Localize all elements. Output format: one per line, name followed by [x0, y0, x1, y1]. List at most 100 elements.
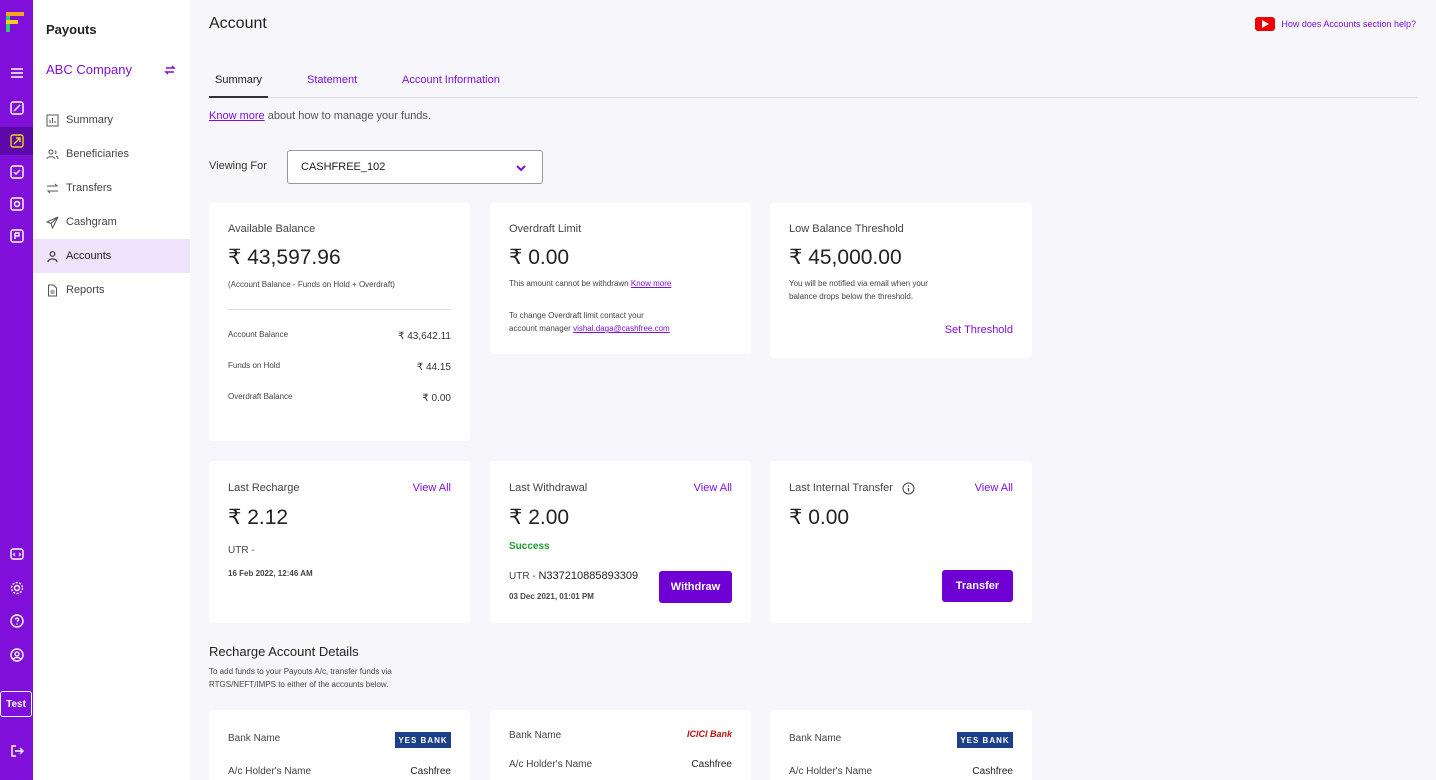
account-manager-email-link[interactable]: vishal.daga@cashfree.com	[573, 324, 670, 333]
sidebar-item-reports[interactable]: Reports	[33, 273, 190, 307]
app-title: Payouts	[46, 22, 97, 37]
divider	[228, 309, 451, 310]
threshold-note: You will be notified via email when your…	[789, 277, 928, 303]
sidebar-item-label: Reports	[66, 284, 105, 296]
recharge-view-all-link[interactable]: View All	[413, 482, 451, 494]
threshold-note-line: You will be notified via email when your	[789, 279, 928, 288]
chevron-down-icon	[516, 165, 526, 172]
available-balance-card: Available Balance ₹ 43,597.96 (Account B…	[209, 203, 470, 441]
tab-statement[interactable]: Statement	[307, 74, 357, 98]
cashfree-logo-icon[interactable]	[4, 10, 26, 34]
tab-account-information[interactable]: Account Information	[402, 74, 500, 98]
row-label: Overdraft Balance	[228, 392, 293, 401]
row-label: Account Balance	[228, 330, 289, 339]
payouts-product-icon[interactable]	[0, 127, 33, 155]
threshold-note-line: balance drops below the threshold.	[789, 292, 914, 301]
help-question-icon[interactable]	[0, 607, 33, 635]
last-withdrawal-card: Last Withdrawal View All ₹ 2.00 Success …	[490, 461, 751, 623]
tab-bar: Summary Statement Account Information	[209, 72, 1417, 98]
tab-summary[interactable]: Summary	[209, 74, 269, 98]
verification-product-icon[interactable]	[0, 158, 33, 186]
icici-bank-logo: ICICI Bank	[686, 729, 732, 739]
sidebar-item-label: Summary	[66, 114, 114, 126]
contact-line: account manager vishal.daga@cashfree.com	[509, 322, 670, 335]
last-internal-amount: ₹ 0.00	[789, 506, 850, 529]
menu-icon[interactable]	[0, 59, 33, 87]
section-title: Recharge Account Details	[209, 644, 359, 659]
know-more-link[interactable]: Know more	[209, 110, 265, 122]
users-icon	[46, 149, 59, 159]
other-product-icon[interactable]	[0, 222, 33, 250]
subscription-product-icon[interactable]	[0, 190, 33, 218]
last-internal-transfer-card: Last Internal Transfer View All ₹ 0.00 T…	[770, 461, 1032, 623]
sidebar: Payouts ABC Company Summary Beneficiarie…	[33, 0, 190, 780]
row-value: ₹ 44.15	[416, 362, 451, 373]
send-icon	[46, 216, 59, 229]
overdraft-know-more-link[interactable]: Know more	[631, 279, 671, 288]
withdrawal-date: 03 Dec 2021, 01:01 PM	[509, 592, 594, 601]
transfer-arrows-icon	[46, 183, 59, 193]
company-name[interactable]: ABC Company	[46, 62, 132, 77]
sidebar-item-summary[interactable]: Summary	[33, 103, 190, 137]
withdraw-button[interactable]: Withdraw	[659, 571, 732, 603]
low-balance-threshold-card: Low Balance Threshold ₹ 45,000.00 You wi…	[770, 203, 1032, 358]
transfer-button[interactable]: Transfer	[942, 570, 1013, 602]
youtube-play-icon	[1255, 17, 1276, 31]
sidebar-item-label: Accounts	[66, 250, 112, 262]
settings-gear-icon[interactable]	[0, 574, 33, 602]
sidebar-nav: Summary Beneficiaries Transfers Cashgram…	[33, 103, 190, 307]
card-label: Low Balance Threshold	[789, 223, 904, 235]
holder-value: Cashfree	[691, 759, 732, 770]
yes-bank-logo: YES BANK	[395, 732, 451, 748]
card-label: Last Internal Transfer	[789, 482, 893, 494]
sidebar-item-label: Transfers	[66, 182, 113, 194]
account-select-value: CASHFREE_102	[301, 161, 386, 173]
description-line: To add funds to your Payouts A/c, transf…	[209, 667, 392, 676]
row-value: ₹ 43,642.11	[398, 331, 451, 342]
developers-icon[interactable]	[0, 540, 33, 568]
intro-text: about how to manage your funds.	[267, 110, 431, 122]
intro-line: Know more about how to manage your funds…	[209, 110, 431, 122]
card-label: Last Withdrawal	[509, 482, 588, 494]
account-select[interactable]: CASHFREE_102	[287, 150, 543, 184]
pg-product-icon[interactable]	[0, 94, 33, 122]
overdraft-contact: To change Overdraft limit contact your a…	[509, 309, 670, 335]
sidebar-item-beneficiaries[interactable]: Beneficiaries	[33, 137, 190, 171]
environment-test-badge[interactable]: Test	[0, 691, 32, 717]
sidebar-item-transfers[interactable]: Transfers	[33, 171, 190, 205]
switch-account-icon[interactable]	[163, 63, 177, 77]
overdraft-note-text: This amount cannot be withdrawn	[509, 279, 629, 288]
main-content: Account How does Accounts section help? …	[190, 0, 1436, 780]
utr-label: UTR -	[509, 571, 536, 582]
set-threshold-link[interactable]: Set Threshold	[945, 324, 1013, 336]
last-recharge-amount: ₹ 2.12	[228, 506, 289, 529]
bank-name-label: Bank Name	[228, 733, 281, 744]
yes-bank-logo: YES BANK	[957, 732, 1013, 748]
help-video-link[interactable]: How does Accounts section help?	[1255, 17, 1416, 31]
logout-icon[interactable]	[0, 737, 33, 765]
sidebar-item-accounts[interactable]: Accounts	[33, 239, 190, 273]
threshold-amount: ₹ 45,000.00	[789, 246, 902, 269]
status-badge: Success	[509, 541, 550, 552]
internal-view-all-link[interactable]: View All	[975, 482, 1013, 494]
description-line: RTGS/NEFT/IMPS to either of the accounts…	[209, 680, 389, 689]
last-recharge-card: Last Recharge View All ₹ 2.12 UTR - 16 F…	[209, 461, 470, 623]
row-value: ₹ 0.00	[422, 393, 451, 404]
section-description: To add funds to your Payouts A/c, transf…	[209, 665, 449, 691]
withdrawal-view-all-link[interactable]: View All	[694, 482, 732, 494]
card-label: Available Balance	[228, 223, 316, 235]
holder-label: A/c Holder's Name	[509, 759, 593, 770]
holder-label: A/c Holder's Name	[228, 766, 312, 777]
available-balance-amount: ₹ 43,597.96	[228, 246, 341, 269]
withdrawal-utr: UTR - N337210885893309	[509, 570, 638, 582]
sidebar-item-cashgram[interactable]: Cashgram	[33, 205, 190, 239]
viewing-for-label: Viewing For	[209, 160, 267, 172]
info-icon[interactable]	[902, 482, 915, 495]
row-label: Funds on Hold	[228, 361, 281, 370]
bar-chart-icon	[46, 114, 59, 126]
profile-icon[interactable]	[0, 641, 33, 669]
help-link-text: How does Accounts section help?	[1281, 19, 1416, 29]
holder-label: A/c Holder's Name	[789, 766, 873, 777]
bank-account-card: Bank Name YES BANK A/c Holder's Name Cas…	[770, 710, 1032, 780]
recharge-date: 16 Feb 2022, 12:46 AM	[228, 569, 313, 578]
